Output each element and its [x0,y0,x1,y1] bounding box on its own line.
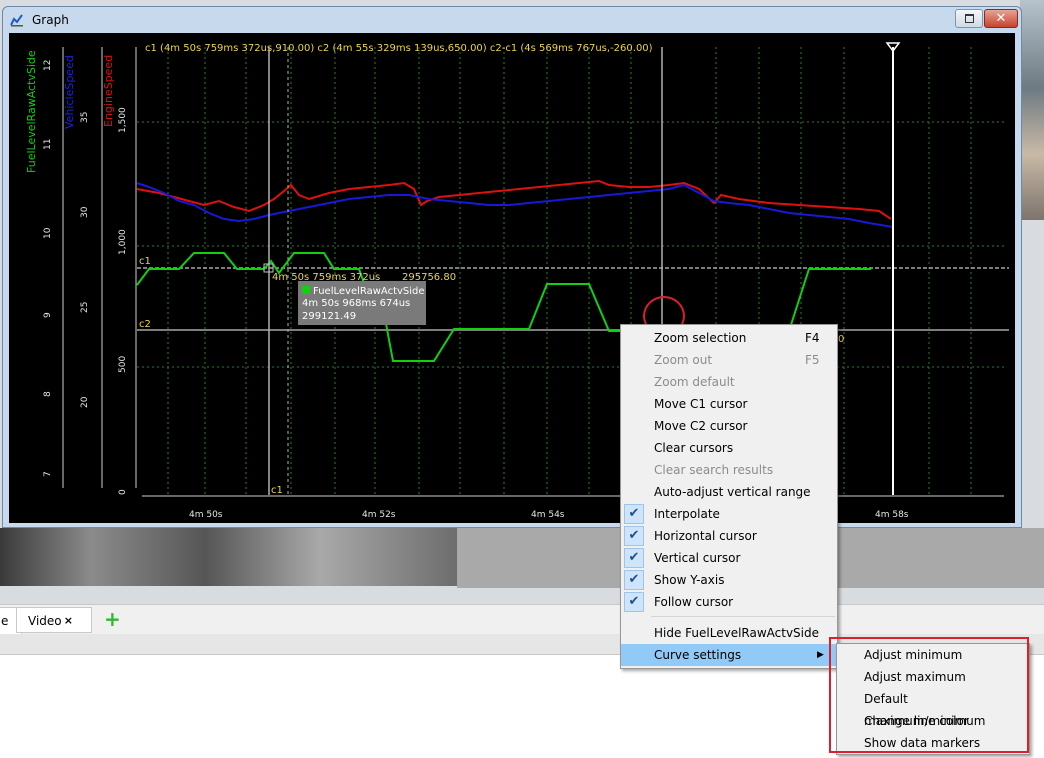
vehicle-tick-label: 30 [80,206,90,218]
axes [62,47,1004,497]
engine-tick-label: 0 [118,489,128,495]
x-tick-label: 4m 50s [189,510,223,520]
fuel-tick-label: 12 [43,60,53,71]
check-icon: ✔ [624,592,644,612]
menu-item-label: Zoom selection [654,331,747,345]
menu-item-label: Zoom out [654,353,713,367]
menu-item-label: Clear cursors [654,441,734,455]
menu-item-label: Follow cursor [654,595,734,609]
window-title: Graph [32,13,69,27]
fuel-tick-label: 11 [43,139,53,150]
graph-app-icon [10,14,23,27]
fuel-tick-label: 10 [43,227,53,239]
engine-tick-label: 1,500 [118,107,128,133]
context-menu: Zoom selection F4 Zoom out F5 Zoom defau… [620,324,838,669]
graph-window: Graph ✕ c1 (4m 50s 759ms 372us,910.00) c… [2,6,1022,528]
menu-item-clear-search-results[interactable]: Clear search results [621,459,837,481]
check-icon: ✔ [624,570,644,590]
fuel-tick-label: 7 [43,471,53,477]
menu-item-label: Interpolate [654,507,720,521]
menu-item-shortcut: F5 [805,353,820,367]
graph-svg[interactable]: c1 (4m 50s 759ms 372us,910.00) c2 (4m 55… [9,33,1015,523]
bottom-tab-bar: e Video × + [0,604,1044,635]
tooltip-time: 4m 50s 968ms 674us [302,298,410,309]
menu-item-curve-settings[interactable]: Curve settings ▶ [621,644,837,666]
menu-item-label: Clear search results [654,463,774,477]
vehicle-tick-label: 25 [80,302,90,313]
tab-video[interactable]: Video × [16,607,92,633]
fuel-tick-label: 8 [43,391,53,397]
background-video-frame-right [1020,0,1044,220]
legend-vehicle: VehicleSpeed [63,55,76,129]
menu-item-label: Vertical cursor [654,551,741,565]
restore-button[interactable] [955,9,983,28]
add-tab-icon[interactable]: + [104,607,121,631]
cursor-info-text: c1 (4m 50s 759ms 372us,910.00) c2 (4m 55… [145,43,653,54]
window-titlebar[interactable]: Graph ✕ [3,7,1021,33]
data-tooltip: FuelLevelRawActvSide 4m 50s 968ms 674us … [298,281,426,325]
vehicle-tick-label: 35 [80,112,90,123]
menu-item-zoom-default[interactable]: Zoom default [621,371,837,393]
tooltip-value: 299121.49 [302,311,356,322]
x-tick-label: 4m 52s [362,510,396,520]
graph-plot-area[interactable]: c1 (4m 50s 759ms 372us,910.00) c2 (4m 55… [9,33,1015,523]
check-icon: ✔ [624,526,644,546]
legend-fuel: FuelLevelRawActvSide [25,50,38,173]
tab-close-icon[interactable]: × [64,608,73,634]
tab-partial-label: e [1,614,9,628]
vehicle-tick-label: 20 [80,396,90,408]
menu-item-label: Auto-adjust vertical range [654,485,811,499]
menu-item-label: Curve settings [654,648,742,662]
menu-item-auto-adjust-range[interactable]: Auto-adjust vertical range [621,481,837,503]
c2-value-text: 0 [838,334,844,345]
c1-label: c1 [139,256,151,267]
menu-item-move-c2-cursor[interactable]: Move C2 cursor [621,415,837,437]
grid-lines [137,47,1004,495]
menu-item-hide-series[interactable]: Hide FuelLevelRawActvSide [621,622,837,644]
menu-item-zoom-out[interactable]: Zoom out F5 [621,349,837,371]
menu-item-label: Hide FuelLevelRawActvSide [654,626,820,640]
menu-item-follow-cursor[interactable]: ✔ Follow cursor [621,591,837,613]
x-tick-label: 4m 54s [531,510,565,520]
annotation-box [829,637,1029,753]
legend-engine: EngineSpeed [102,55,115,127]
menu-item-label: Horizontal cursor [654,529,757,543]
series-color-swatch [302,286,310,294]
menu-item-label: Show Y-axis [654,573,725,587]
background-video-frame [0,528,457,586]
menu-item-label: Zoom default [654,375,735,389]
menu-item-interpolate[interactable]: ✔ Interpolate [621,503,837,525]
menu-item-shortcut: F4 [805,331,820,345]
engine-tick-label: 1,000 [118,229,128,255]
x-tick-label: 4m 58s [875,510,909,520]
menu-item-vertical-cursor[interactable]: ✔ Vertical cursor [621,547,837,569]
tab-video-label: Video [28,614,62,628]
menu-item-move-c1-cursor[interactable]: Move C1 cursor [621,393,837,415]
menu-item-horizontal-cursor[interactable]: ✔ Horizontal cursor [621,525,837,547]
close-button[interactable]: ✕ [984,9,1018,28]
tooltip-series: FuelLevelRawActvSide [313,286,425,297]
c1-bottom-label: c1 [271,485,283,496]
menu-item-label: Move C2 cursor [654,419,748,433]
menu-item-label: Move C1 cursor [654,397,748,411]
menu-item-show-y-axis[interactable]: ✔ Show Y-axis [621,569,837,591]
menu-item-clear-cursors[interactable]: Clear cursors [621,437,837,459]
check-icon: ✔ [624,504,644,524]
menu-separator [651,616,835,617]
fuel-tick-label: 9 [43,312,53,318]
check-icon: ✔ [624,548,644,568]
engine-tick-label: 500 [118,356,128,373]
submenu-arrow-icon: ▶ [817,650,824,660]
c2-label: c2 [139,319,151,330]
engine-speed-line [136,179,892,220]
menu-item-zoom-selection[interactable]: Zoom selection F4 [621,327,837,349]
